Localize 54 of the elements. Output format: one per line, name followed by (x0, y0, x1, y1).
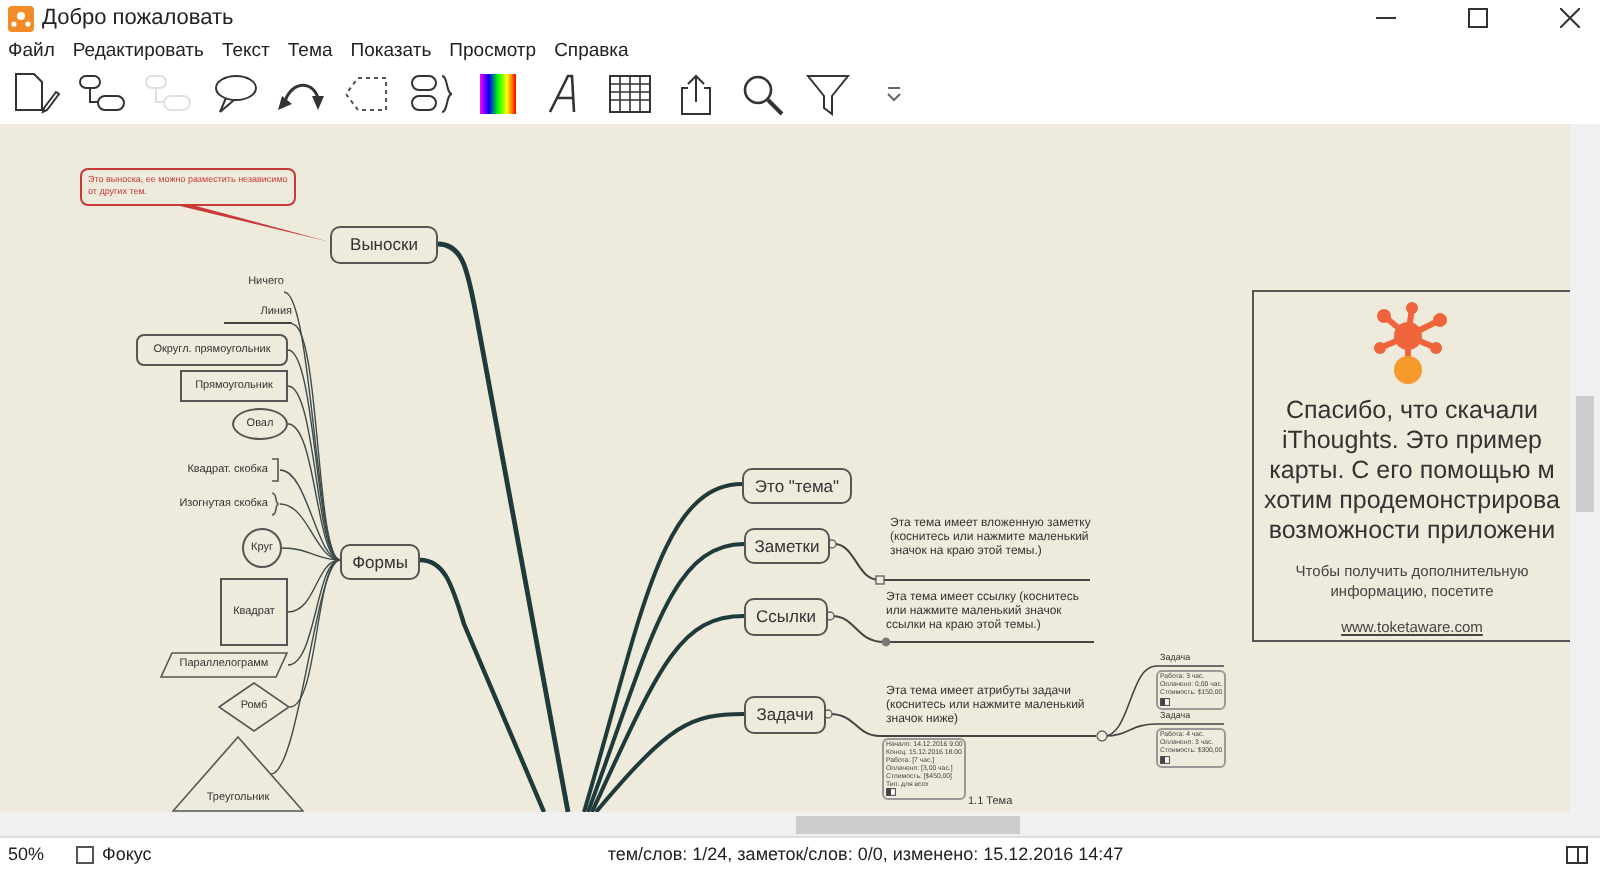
status-info: тем/слов: 1/24, заметок/слов: 0/0, изменено: 15.12.2016 14:47 (607, 841, 1124, 868)
topic-node[interactable]: Ссылки (744, 598, 828, 636)
search-icon (738, 70, 786, 118)
welcome-text: iThoughts. Это пример (1279, 426, 1545, 456)
progress-icon (1160, 755, 1170, 764)
menu-item[interactable]: Файл (0, 37, 65, 67)
app-icon (8, 5, 34, 31)
window-title: Добро пожаловать (42, 3, 234, 34)
welcome-text: хотим продемонстрирова (1262, 486, 1562, 516)
menu-item[interactable]: Тема (279, 37, 343, 67)
menu-item[interactable]: Показать (342, 37, 442, 67)
welcome-text: Спасибо, что скачали (1284, 396, 1540, 426)
search-button[interactable] (738, 70, 786, 118)
horizontal-scrollbar[interactable] (0, 812, 1600, 836)
color-palette-button[interactable] (474, 70, 522, 118)
scrollbar-thumb[interactable] (796, 816, 1020, 834)
topic-node[interactable]: Задачи (744, 696, 826, 734)
menu-item[interactable]: Просмотр (441, 37, 547, 67)
grouped-topics-button[interactable] (408, 70, 456, 118)
menu-item[interactable]: Редактировать (64, 37, 214, 67)
topic-node[interactable]: Формы (340, 544, 420, 580)
zoom-level[interactable]: 50% (8, 841, 45, 869)
table-button[interactable] (606, 70, 654, 118)
topic-node[interactable]: Это "тема" (742, 468, 852, 504)
menu-item[interactable]: Справка (546, 37, 639, 67)
overflow-caret-icon (886, 86, 902, 102)
focus-checkbox[interactable] (76, 846, 95, 864)
filter-icon (804, 70, 852, 118)
new-note-icon (12, 70, 60, 118)
panel-icon[interactable] (1566, 846, 1588, 864)
progress-icon (886, 788, 896, 797)
speech-bubble-button[interactable] (210, 70, 258, 118)
note-icon[interactable] (875, 575, 885, 585)
topic-node[interactable]: Выноски (330, 226, 438, 264)
vertical-scrollbar[interactable] (1570, 124, 1600, 812)
menu-item[interactable]: Текст (213, 37, 280, 67)
focus-label[interactable]: Фокус (102, 841, 152, 869)
topic-node[interactable]: Заметки (744, 528, 830, 564)
speech-bubble-icon (210, 70, 258, 118)
welcome-text: возможности приложени (1266, 516, 1558, 546)
table-icon (606, 70, 654, 118)
color-palette-icon (474, 70, 522, 118)
link-icon[interactable] (881, 637, 891, 647)
connector-line (833, 543, 881, 581)
new-note-button[interactable] (12, 70, 60, 118)
close-icon[interactable] (1560, 8, 1580, 28)
welcome-text: карты. С его помощью м (1267, 456, 1557, 486)
progress-icon (1160, 697, 1170, 706)
connector-line (831, 615, 885, 643)
branch-handle-icon[interactable] (1096, 730, 1108, 742)
maximize-icon[interactable] (1468, 8, 1488, 28)
filter-button[interactable] (804, 70, 852, 118)
scrollbar-thumb[interactable] (1576, 396, 1594, 512)
grouped-topics-icon (408, 70, 456, 118)
